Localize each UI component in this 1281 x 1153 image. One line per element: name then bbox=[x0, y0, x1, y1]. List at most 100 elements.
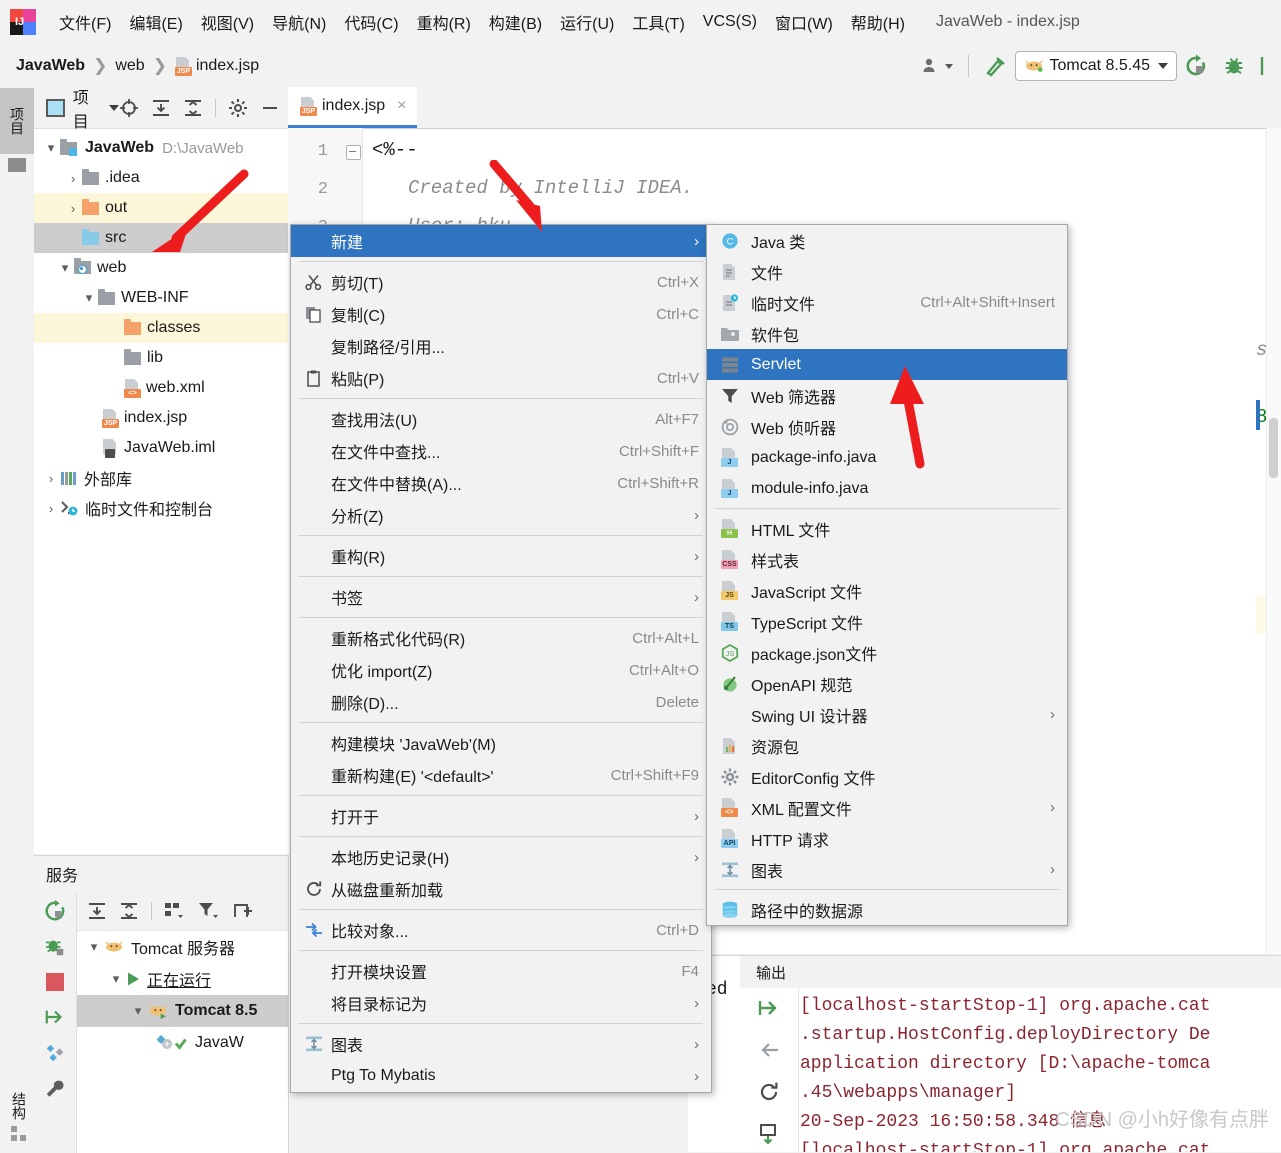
context-menu-item-ptg-to-mybatis[interactable]: Ptg To Mybatis › bbox=[291, 1060, 711, 1092]
close-icon[interactable]: × bbox=[397, 97, 406, 115]
tree-node-webxml[interactable]: <> web.xml bbox=[34, 373, 288, 403]
menu-help[interactable]: 帮助(H) bbox=[842, 8, 914, 36]
menu-window[interactable]: 窗口(W) bbox=[766, 8, 842, 36]
rerun-icon[interactable] bbox=[44, 900, 66, 922]
rerun-debug-icon[interactable] bbox=[44, 936, 66, 958]
context-menu-item-cut[interactable]: 剪切(T) Ctrl+X bbox=[291, 266, 711, 298]
context-menu-item-replace-in-files[interactable]: 在文件中替换(A)... Ctrl+Shift+R bbox=[291, 467, 711, 499]
print-icon[interactable] bbox=[757, 1122, 781, 1146]
chevron-down-icon[interactable]: ▾ bbox=[129, 1003, 147, 1019]
chevron-right-icon[interactable]: › bbox=[42, 471, 60, 486]
services-node-tomcat-server[interactable]: ▾ Tomcat 服务器 bbox=[77, 931, 288, 963]
structure-tab-label[interactable]: 结构 bbox=[12, 1092, 26, 1120]
submenu-item-xml-config-file[interactable]: <> XML 配置文件 › bbox=[707, 792, 1067, 823]
submenu-item-file[interactable]: 文件 bbox=[707, 256, 1067, 287]
chevron-down-icon[interactable] bbox=[109, 105, 119, 111]
submenu-item-web-listener[interactable]: Web 侦听器 bbox=[707, 411, 1067, 442]
context-menu-item-find-usages[interactable]: 查找用法(U) Alt+F7 bbox=[291, 403, 711, 435]
user-icon[interactable] bbox=[921, 56, 953, 76]
tree-node-lib[interactable]: lib bbox=[34, 343, 288, 373]
submenu-item-package[interactable]: 软件包 bbox=[707, 318, 1067, 349]
submenu-item-package-json[interactable]: JS package.json文件 bbox=[707, 637, 1067, 668]
tree-node-javaweb[interactable]: ▾ JavaWeb D:\JavaWeb bbox=[34, 133, 288, 163]
tree-node-scratches[interactable]: › 临时文件和控制台 bbox=[34, 493, 288, 523]
chevron-right-icon[interactable]: › bbox=[64, 171, 82, 186]
soft-wrap-icon[interactable] bbox=[757, 1038, 781, 1062]
submenu-item-stylesheet[interactable]: CSS 样式表 bbox=[707, 544, 1067, 575]
menu-tools[interactable]: 工具(T) bbox=[623, 8, 693, 36]
expand-all-icon[interactable] bbox=[87, 901, 107, 921]
menu-edit[interactable]: 编辑(E) bbox=[120, 8, 191, 36]
submenu-item-data-source-in-path[interactable]: 路径中的数据源 bbox=[707, 894, 1067, 925]
context-menu-item-open-in[interactable]: 打开于 › bbox=[291, 800, 711, 832]
context-menu-item-refactor[interactable]: 重构(R) › bbox=[291, 540, 711, 572]
context-menu-item-reformat[interactable]: 重新格式化代码(R) Ctrl+Alt+L bbox=[291, 622, 711, 654]
debug-icon[interactable] bbox=[1222, 54, 1246, 78]
context-menu-item-diagrams[interactable]: 图表 › bbox=[291, 1028, 711, 1060]
services-node-tomcat-instance[interactable]: ▾ Tomcat 8.5 bbox=[77, 995, 288, 1027]
tree-node-classes[interactable]: classes bbox=[34, 313, 288, 343]
chevron-down-icon[interactable]: ▾ bbox=[80, 290, 98, 306]
context-menu-item-build-module[interactable]: 构建模块 'JavaWeb'(M) bbox=[291, 727, 711, 759]
settings-icon[interactable] bbox=[228, 98, 248, 118]
chevron-down-icon[interactable]: ▾ bbox=[107, 971, 125, 987]
stop-icon[interactable] bbox=[45, 972, 65, 992]
submenu-item-html-file[interactable]: H HTML 文件 bbox=[707, 513, 1067, 544]
chevron-down-icon[interactable]: ▾ bbox=[85, 939, 103, 955]
submenu-item-servlet[interactable]: Servlet bbox=[707, 349, 1067, 380]
context-menu-item-find-in-files[interactable]: 在文件中查找... Ctrl+Shift+F bbox=[291, 435, 711, 467]
group-icon[interactable] bbox=[164, 901, 186, 921]
breadcrumb-web[interactable]: web bbox=[115, 57, 144, 75]
services-node-running[interactable]: ▾ 正在运行 bbox=[77, 963, 288, 995]
add-icon[interactable] bbox=[232, 901, 254, 921]
breadcrumb-file[interactable]: index.jsp bbox=[196, 57, 259, 75]
submenu-item-http-request[interactable]: API HTTP 请求 bbox=[707, 823, 1067, 854]
editor-scrollbar[interactable] bbox=[1266, 128, 1281, 954]
chevron-down-icon[interactable]: ▾ bbox=[56, 260, 74, 276]
submenu-item-editorconfig-file[interactable]: EditorConfig 文件 bbox=[707, 761, 1067, 792]
tree-node-out[interactable]: › out bbox=[34, 193, 288, 223]
minimize-icon[interactable] bbox=[260, 98, 280, 118]
console-text[interactable]: [localhost-startStop-1] org.apache.cat .… bbox=[800, 988, 1281, 1152]
submenu-item-resource-bundle[interactable]: 资源包 bbox=[707, 730, 1067, 761]
hammer-icon[interactable] bbox=[984, 54, 1008, 78]
chevron-right-icon[interactable]: › bbox=[64, 201, 82, 216]
run-icon[interactable] bbox=[1184, 54, 1208, 78]
context-menu-item-reload-from-disk[interactable]: 从磁盘重新加载 bbox=[291, 873, 711, 905]
collapse-all-icon[interactable] bbox=[183, 98, 203, 118]
folder-icon[interactable] bbox=[8, 158, 26, 172]
submenu-item-web-filter[interactable]: Web 筛选器 bbox=[707, 380, 1067, 411]
context-menu-item-rebuild[interactable]: 重新构建(E) '<default>' Ctrl+Shift+F9 bbox=[291, 759, 711, 791]
tree-node-web[interactable]: ▾ web bbox=[34, 253, 288, 283]
submenu-item-javascript-file[interactable]: JS JavaScript 文件 bbox=[707, 575, 1067, 606]
context-menu-item-analyze[interactable]: 分析(Z) › bbox=[291, 499, 711, 531]
tree-node-src[interactable]: src bbox=[34, 223, 288, 253]
menu-vcs[interactable]: VCS(S) bbox=[694, 11, 766, 33]
submenu-item-swing-ui-designer[interactable]: Swing UI 设计器 › bbox=[707, 699, 1067, 730]
diamonds-icon[interactable] bbox=[44, 1042, 66, 1064]
context-menu-item-paste[interactable]: 粘贴(P) Ctrl+V bbox=[291, 362, 711, 394]
context-menu-item-bookmarks[interactable]: 书签 › bbox=[291, 581, 711, 613]
submenu-item-module-info-java[interactable]: J module-info.java bbox=[707, 473, 1067, 504]
tree-node-iml[interactable]: JavaWeb.iml bbox=[34, 433, 288, 463]
menu-navigate[interactable]: 导航(N) bbox=[263, 8, 335, 36]
tree-node-indexjsp[interactable]: JSP index.jsp bbox=[34, 403, 288, 433]
context-menu-item-new[interactable]: 新建 › bbox=[291, 225, 711, 257]
context-menu-item-mark-directory-as[interactable]: 将目录标记为 › bbox=[291, 987, 711, 1019]
context-menu-item-delete[interactable]: 删除(D)... Delete bbox=[291, 686, 711, 718]
context-menu-item-copy[interactable]: 复制(C) Ctrl+C bbox=[291, 298, 711, 330]
context-menu-item-compare-with[interactable]: 比较对象... Ctrl+D bbox=[291, 914, 711, 946]
collapse-all-icon[interactable] bbox=[119, 901, 139, 921]
more-icon[interactable] bbox=[1260, 54, 1270, 78]
menu-view[interactable]: 视图(V) bbox=[192, 8, 263, 36]
chevron-down-icon[interactable]: ▾ bbox=[42, 140, 60, 156]
deploy-icon[interactable] bbox=[44, 1006, 66, 1028]
run-configuration-selector[interactable]: Tomcat 8.5.45 bbox=[1015, 51, 1178, 81]
sidebar-tab-project[interactable]: 项目 bbox=[0, 88, 34, 154]
wrench-icon[interactable] bbox=[44, 1078, 66, 1100]
scroll-to-end-icon[interactable] bbox=[757, 996, 781, 1020]
context-menu-item-local-history[interactable]: 本地历史记录(H) › bbox=[291, 841, 711, 873]
context-menu-item-open-module-settings[interactable]: 打开模块设置 F4 bbox=[291, 955, 711, 987]
menu-build[interactable]: 构建(B) bbox=[480, 8, 551, 36]
menu-file[interactable]: 文件(F) bbox=[50, 8, 120, 36]
